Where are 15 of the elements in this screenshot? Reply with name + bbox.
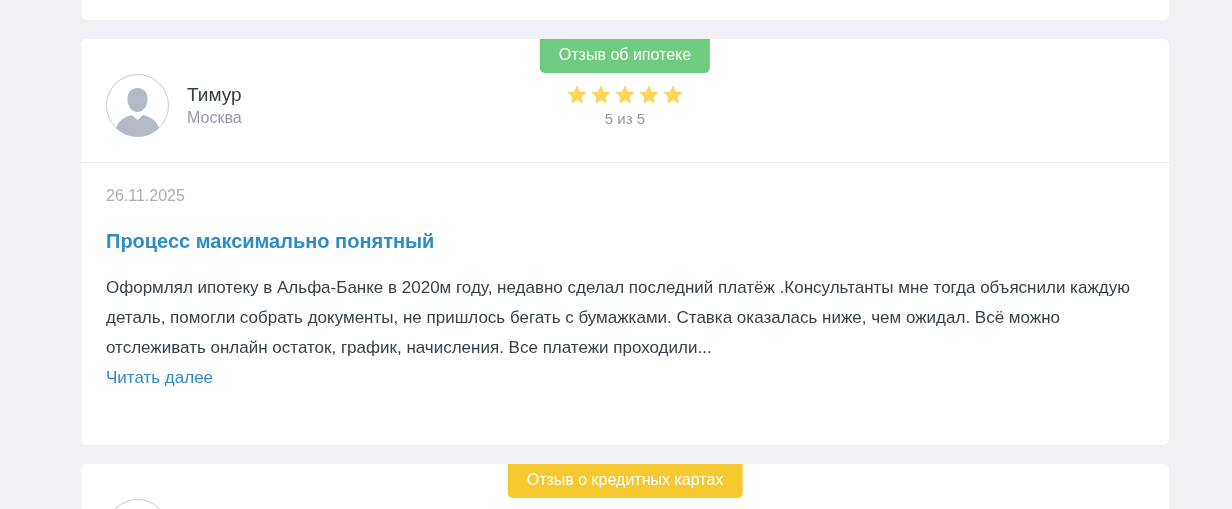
star-icon	[662, 84, 684, 106]
read-more-link[interactable]: Читать далее	[106, 363, 214, 393]
rating-text: 5 из 5	[604, 110, 646, 127]
star-icon	[566, 84, 588, 106]
avatar-icon	[106, 74, 169, 137]
category-tag: Отзыв об ипотеке	[539, 39, 711, 73]
review-text: Оформлял ипотеку в Альфа-Банке в 2020м году, недавно сделал последний платёж .Консультанты мне тогда объяснили каждую деталь, помогли собрать документы, не пришлось бегать с бумажками. Ставка оказалась ниже, чем ожидал. Всё можно отслеживать онлайн остаток, график, начисления. Все платежи проходили...	[106, 277, 1131, 359]
review-title: Процесс максимально понятный	[106, 230, 436, 253]
star-icon	[590, 84, 612, 106]
review-date: 26.11.2025	[106, 187, 186, 205]
author-city: Москва	[187, 109, 242, 127]
star-icon	[614, 84, 636, 106]
category-tag: Отзыв о кредитных картах	[507, 464, 743, 498]
star-icon	[638, 84, 660, 106]
author-name: Тимур	[187, 84, 242, 106]
